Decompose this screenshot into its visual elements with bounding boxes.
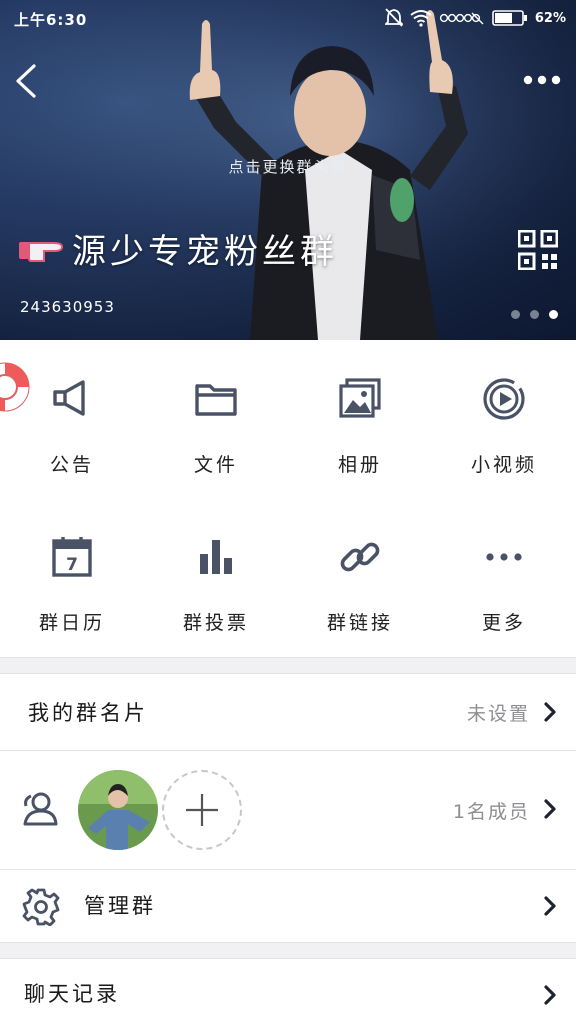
change-avatar-hint[interactable]: 点击更换群头像	[0, 156, 576, 177]
bar-chart-icon	[200, 540, 232, 574]
row-value: 未设置	[466, 703, 530, 725]
feature-label: 更多	[481, 612, 526, 634]
group-name: 源少专宠粉丝群	[72, 232, 338, 272]
feature-link[interactable]: 群链接	[288, 498, 432, 648]
group-name-row: 源少专宠粉丝群	[18, 224, 338, 273]
video-play-icon	[483, 378, 525, 420]
row-title: 聊天记录	[24, 982, 120, 1006]
cover-pager	[511, 310, 558, 319]
member-avatar[interactable]	[78, 770, 158, 850]
manage-group-row[interactable]: 管理群	[0, 870, 576, 942]
feature-label: 群链接	[326, 612, 393, 634]
calendar-day-number: 7	[66, 555, 78, 575]
megaphone-icon	[53, 380, 85, 416]
chevron-right-icon	[544, 985, 556, 1005]
feature-label: 群投票	[182, 612, 249, 634]
more-options-button[interactable]	[522, 66, 562, 94]
more-dots-icon	[486, 553, 522, 561]
photo-album-icon	[339, 378, 381, 418]
row-title: 管理群	[84, 894, 156, 918]
mute-bell-icon	[384, 8, 403, 27]
signal-icon	[439, 12, 484, 25]
status-time: 上午6:30	[14, 11, 88, 29]
chat-history-row[interactable]: 聊天记录	[0, 960, 576, 1024]
feature-vote[interactable]: 群投票	[144, 498, 288, 648]
feature-more[interactable]: 更多	[432, 498, 576, 648]
my-group-card-row[interactable]: 我的群名片 未设置	[0, 675, 576, 750]
battery-percent: 62%	[534, 10, 566, 26]
row-title: 我的群名片	[28, 701, 148, 725]
members-icon	[23, 792, 58, 826]
plus-icon	[186, 794, 218, 826]
section-divider	[0, 657, 576, 674]
member-count: 1名成员	[452, 801, 530, 823]
link-icon	[340, 542, 380, 572]
back-button[interactable]	[10, 60, 44, 102]
pager-dot	[511, 310, 520, 319]
folder-icon	[195, 384, 237, 416]
status-bar: 上午6:30 62%	[0, 0, 576, 38]
feature-files[interactable]: 文件	[144, 340, 288, 490]
avatar-photo	[78, 770, 158, 850]
chevron-right-icon	[544, 702, 556, 722]
lifebuoy-icon[interactable]	[0, 360, 32, 414]
feature-label: 相册	[337, 454, 382, 476]
feature-album[interactable]: 相册	[288, 340, 432, 490]
feature-calendar[interactable]: 7 群日历	[0, 498, 144, 648]
qr-code-button[interactable]	[518, 230, 558, 270]
pager-dot	[530, 310, 539, 319]
wifi-icon	[410, 10, 432, 27]
feature-label: 小视频	[470, 454, 537, 476]
calendar-icon: 7	[52, 537, 92, 577]
status-indicators: 62%	[384, 8, 566, 28]
feature-label: 群日历	[38, 612, 105, 634]
chevron-right-icon	[544, 896, 556, 916]
group-id: 243630953	[20, 298, 115, 316]
group-cover-banner[interactable]: 上午6:30 62% 点击更换群头像 源少专宠粉丝群 243630953	[0, 0, 576, 340]
feature-label: 文件	[193, 454, 238, 476]
section-divider	[0, 942, 576, 959]
feature-short-video[interactable]: 小视频	[432, 340, 576, 490]
pointing-hand-icon	[19, 241, 64, 262]
gear-icon	[22, 888, 60, 926]
feature-grid: 公告 文件 相册 小视频 7 群日历 群投票 群链接 更多	[0, 340, 576, 657]
chevron-right-icon	[544, 799, 556, 819]
pager-dot-active	[549, 310, 558, 319]
battery-icon	[492, 10, 527, 26]
add-member-button[interactable]	[162, 770, 242, 850]
feature-label: 公告	[49, 454, 94, 476]
